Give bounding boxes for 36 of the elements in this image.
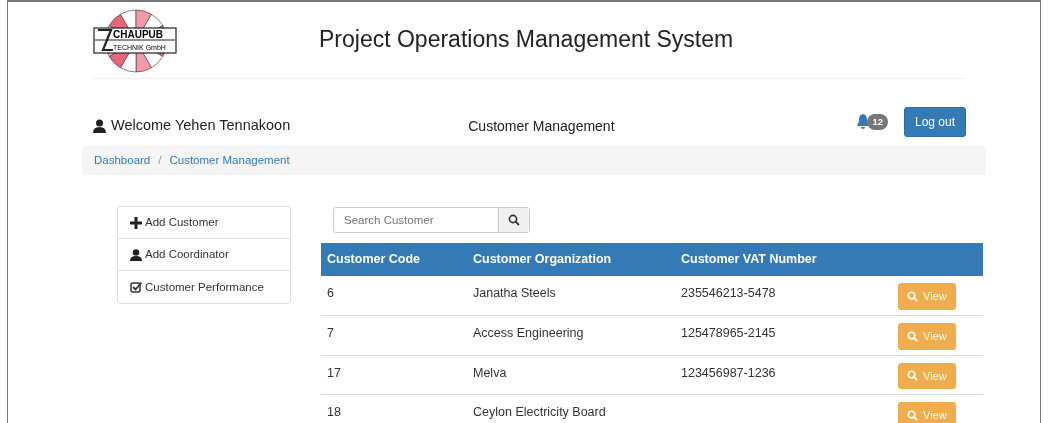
column-header: Customer Code xyxy=(321,243,467,276)
section-title: Customer Management xyxy=(468,116,615,136)
user-icon xyxy=(130,248,142,261)
breadcrumb-link[interactable]: Customer Management xyxy=(169,152,290,170)
notification-count: 12 xyxy=(867,113,888,131)
table-cell: 123456987-1236 xyxy=(675,355,880,395)
search-icon xyxy=(907,370,918,382)
welcome-text: Welcome Yehen Tennakoon xyxy=(111,116,291,136)
user-icon xyxy=(93,119,106,133)
breadcrumb-link[interactable]: Dashboard xyxy=(94,152,151,170)
breadcrumb-separator: / xyxy=(158,153,162,168)
search-icon xyxy=(907,409,918,421)
table-cell: 6 xyxy=(321,276,467,316)
column-header: Customer Organization xyxy=(467,243,675,276)
table-cell: 235546213-5478 xyxy=(675,276,880,316)
checkbox-icon xyxy=(130,281,142,294)
table-cell: 18 xyxy=(321,394,467,423)
search-icon xyxy=(508,214,520,227)
search-icon xyxy=(907,290,918,302)
sidebar-item[interactable]: Customer Performance xyxy=(118,271,290,304)
table-cell: Ceylon Electricity Board xyxy=(467,394,675,423)
search-button[interactable] xyxy=(498,208,529,233)
table-cell: 125478965-2145 xyxy=(675,315,880,355)
plus-icon xyxy=(130,216,142,229)
search-icon xyxy=(907,330,918,342)
table-cell: Melva xyxy=(467,355,675,395)
sidebar-item[interactable]: Add Coordinator xyxy=(118,239,290,272)
table-cell: 17 xyxy=(321,355,467,395)
table-cell: Janatha Steels xyxy=(467,276,675,316)
table-cell: Access Engineering xyxy=(467,315,675,355)
page-title: Project Operations Management System xyxy=(319,25,734,54)
table-cell: 7 xyxy=(321,315,467,355)
logout-button[interactable]: Log out xyxy=(903,107,966,137)
search-field[interactable]: Search Customer xyxy=(333,207,530,234)
sidebar-item[interactable]: Add Customer xyxy=(118,207,290,240)
column-header: Customer VAT Number xyxy=(675,243,880,276)
